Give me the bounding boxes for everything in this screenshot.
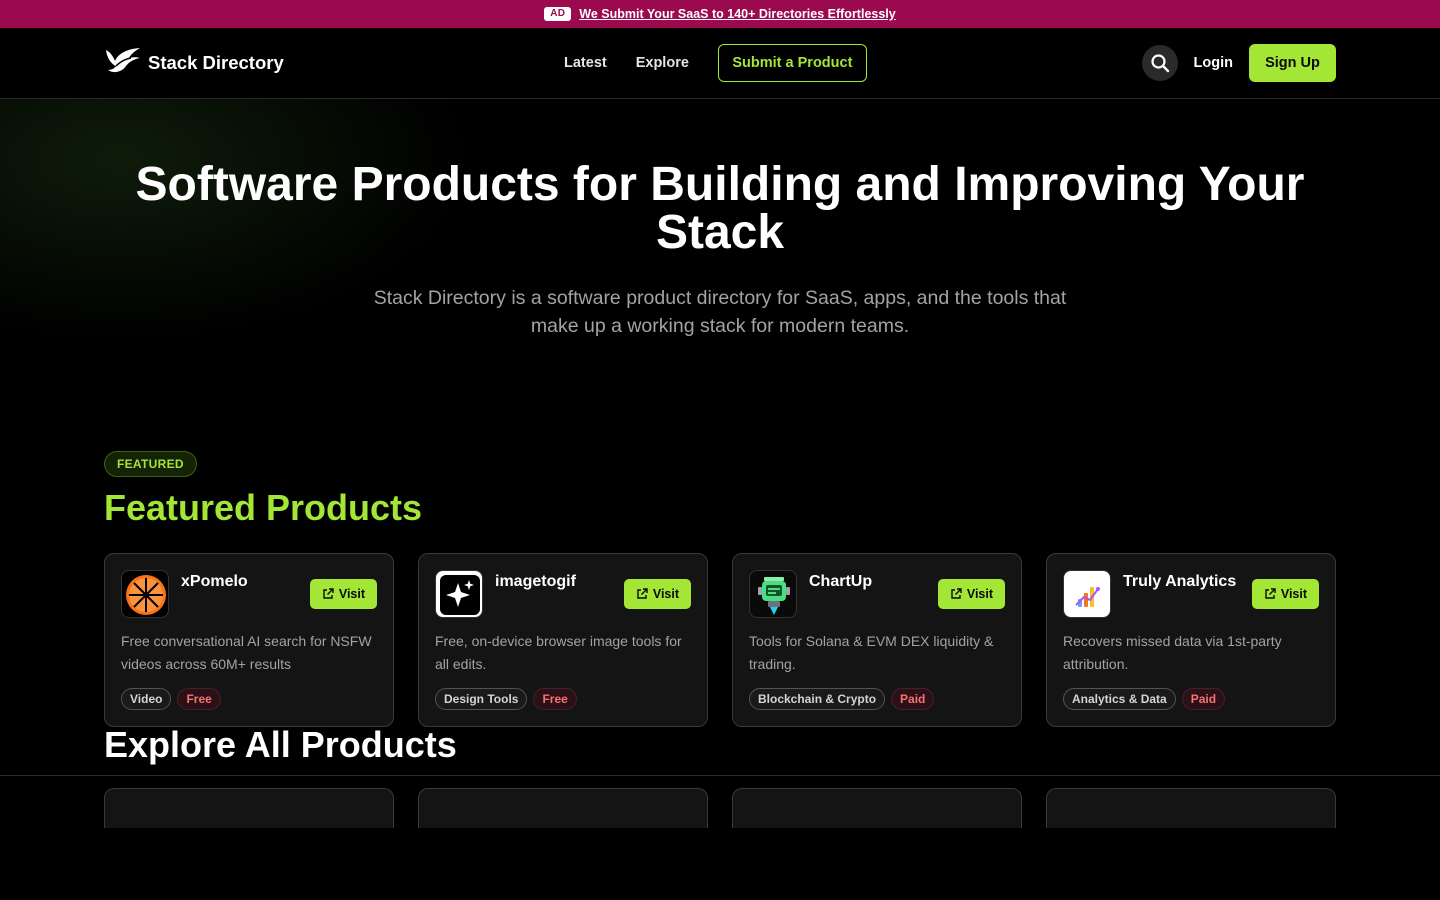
visit-button[interactable]: Visit [1251,579,1319,609]
submit-product-button[interactable]: Submit a Product [717,44,867,82]
product-tags: Blockchain & Crypto Paid [749,688,935,710]
visit-label: Visit [966,587,993,601]
category-tag[interactable]: Analytics & Data [1063,688,1176,710]
nav-explore[interactable]: Explore [636,55,689,71]
featured-badge: FEATURED [104,451,197,477]
category-tag[interactable]: Design Tools [435,688,528,710]
signup-button[interactable]: Sign Up [1249,44,1336,82]
visit-button[interactable]: Visit [937,579,1005,609]
ad-bar: AD We Submit Your SaaS to 140+ Directori… [0,0,1440,28]
product-tags: Design Tools Free [435,688,577,710]
section-divider [0,775,1440,776]
product-card[interactable]: imagetogif Visit Free, on-device browser… [418,553,708,727]
explore-title: Explore All Products [104,724,457,765]
visit-label: Visit [1280,587,1307,601]
visit-button[interactable]: Visit [623,579,691,609]
search-icon [1150,54,1169,73]
product-description: Free conversational AI search for NSFW v… [121,633,372,672]
sparkle-icon [440,575,480,615]
pricing-tag: Free [533,688,577,710]
external-link-icon [637,588,648,599]
ad-badge: AD [544,7,572,21]
search-button[interactable] [1141,45,1178,81]
robot-icon [758,577,790,615]
product-logo [1063,570,1111,618]
top-nav: Stack Directory Latest Explore Submit a … [0,28,1440,99]
product-name[interactable]: ChartUp [809,573,872,591]
logo-text: Stack Directory [148,52,284,73]
pricing-tag: Paid [1181,688,1226,710]
bird-logo-icon [106,48,140,73]
product-description: Tools for Solana & EVM DEX liquidity & t… [749,633,994,672]
nav-links: Latest Explore Submit a Product [564,44,867,82]
product-name[interactable]: xPomelo [181,573,248,591]
featured-products: xPomelo Visit Free conversational AI sea… [104,553,1336,727]
product-logo [121,570,169,618]
product-card[interactable] [1046,788,1336,828]
ad-link[interactable]: We Submit Your SaaS to 140+ Directories … [579,7,895,21]
visit-label: Visit [338,587,365,601]
product-card[interactable] [104,788,394,828]
product-logo [435,570,483,618]
product-card[interactable] [418,788,708,828]
product-logo [749,570,797,618]
product-name[interactable]: imagetogif [495,573,576,591]
pricing-tag: Free [177,688,221,710]
product-description: Recovers missed data via 1st-party attri… [1063,633,1282,672]
bar-chart-icon [1075,587,1100,607]
product-card[interactable] [732,788,1022,828]
orange-slice-icon [126,575,166,615]
category-tag[interactable]: Blockchain & Crypto [749,688,886,710]
product-tags: Video Free [121,688,221,710]
product-name[interactable]: Truly Analytics [1123,573,1236,591]
product-description: Free, on-device browser image tools for … [435,633,682,672]
pricing-tag: Paid [891,688,935,710]
product-card[interactable]: xPomelo Visit Free conversational AI sea… [104,553,394,727]
external-link-icon [951,588,962,599]
main-content: Software Products for Building and Impro… [0,99,1440,776]
nav-actions: Login Sign Up [1141,44,1336,82]
external-link-icon [323,588,334,599]
product-card[interactable]: ChartUp Visit Tools for Solana & EVM DEX… [732,553,1022,727]
logo[interactable]: Stack Directory [104,46,284,76]
visit-label: Visit [652,587,679,601]
external-link-icon [1265,588,1276,599]
hero-title: Software Products for Building and Impro… [135,158,1305,259]
visit-button[interactable]: Visit [309,579,377,609]
product-tags: Analytics & Data Paid [1063,688,1226,710]
category-tag[interactable]: Video [121,688,172,710]
product-card[interactable]: Truly Analytics Visit Recovers missed da… [1046,553,1336,727]
login-link[interactable]: Login [1194,55,1233,71]
nav-latest[interactable]: Latest [564,55,607,71]
hero-subtitle: Stack Directory is a software product di… [373,287,1067,337]
featured-title: Featured Products [104,487,423,528]
